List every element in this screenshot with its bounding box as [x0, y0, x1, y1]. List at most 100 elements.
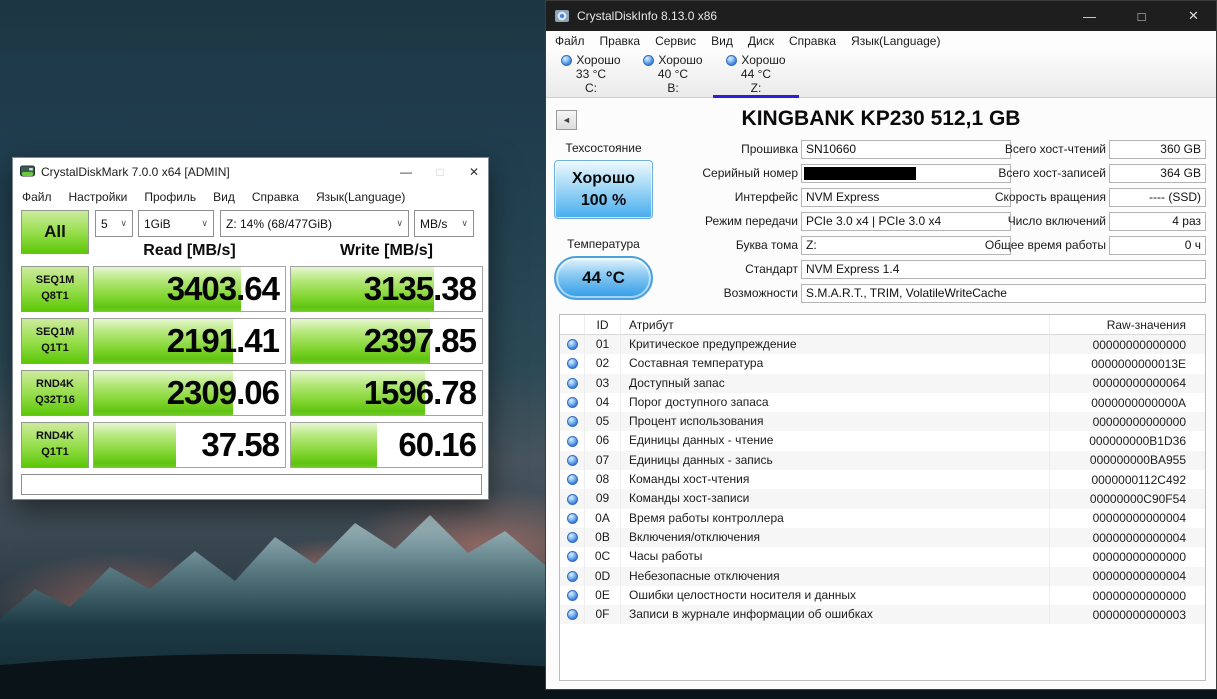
write-value: 2397.85: [363, 322, 477, 359]
cdm-titlebar[interactable]: CrystalDiskMark 7.0.0 x64 [ADMIN] — □ ✕: [13, 158, 488, 185]
test-type-button[interactable]: RND4K Q1T1: [21, 422, 89, 468]
attribute-id: 06: [585, 431, 621, 451]
cdi-menu-item[interactable]: Сервис: [655, 34, 696, 48]
read-result-bar: 2309.06: [93, 370, 286, 416]
field-label: Возможности: [723, 286, 798, 300]
benchmark-row: RND4K Q32T16 2309.06 1596.78: [13, 370, 490, 416]
cdm-menubar: Файл Настройки Профиль Вид Справка Язык(…: [13, 185, 488, 208]
read-value: 2191.41: [166, 322, 280, 359]
attribute-raw-value: 000000000BA955: [1089, 453, 1186, 468]
cdi-menubar: Файл Правка Сервис Вид Диск Справка Язык…: [546, 31, 1216, 51]
cdm-minimize-icon[interactable]: —: [392, 158, 420, 185]
field-value-box: 364 GB: [1109, 164, 1206, 183]
cdi-menu-item[interactable]: Справка: [789, 34, 836, 48]
drive-tab-letter: B:: [667, 81, 679, 95]
cdm-menu-item[interactable]: Файл: [22, 190, 52, 204]
field-label: Прошивка: [741, 142, 798, 156]
cdm-maximize-icon[interactable]: □: [426, 158, 454, 185]
field-label: Интерфейс: [734, 190, 798, 204]
smart-attribute-row[interactable]: 03 Доступный запас 00000000000064: [560, 373, 1205, 393]
attribute-name: Небезопасные отключения: [621, 566, 1050, 586]
field-label: Число включений: [1007, 214, 1106, 228]
cdi-menu-item[interactable]: Правка: [600, 34, 641, 48]
field-value-box: 0 ч: [1109, 236, 1206, 255]
smart-attribute-row[interactable]: 0B Включения/отключения 00000000000004: [560, 527, 1205, 548]
smart-attribute-row[interactable]: 06 Единицы данных - чтение 000000000B1D3…: [560, 431, 1205, 451]
target-drive-select[interactable]: Z: 14% (68/477GiB) ∨: [220, 210, 409, 237]
write-result-bar: 1596.78: [290, 370, 483, 416]
drive-title: KINGBANK KP230 512,1 GB: [741, 107, 1021, 130]
id-column-header: ID: [585, 315, 621, 334]
smart-attribute-row[interactable]: 0A Время работы контроллера 000000000000…: [560, 508, 1205, 528]
attribute-name: Единицы данных - чтение: [621, 431, 1050, 451]
run-all-button[interactable]: All: [21, 210, 89, 254]
cdm-menu-item[interactable]: Вид: [213, 190, 235, 204]
attribute-id: 09: [585, 489, 621, 509]
attribute-name: Команды хост-чтения: [621, 470, 1050, 490]
crystaldiskmark-app-icon: [20, 165, 35, 177]
health-orb-icon: [726, 54, 738, 66]
comment-input[interactable]: [21, 474, 482, 495]
attribute-id: 01: [585, 335, 621, 355]
status-orb-icon: [566, 358, 578, 370]
cdi-window-title: CrystalDiskInfo 8.13.0 x86: [577, 9, 718, 23]
cdi-menu-item[interactable]: Вид: [711, 34, 733, 48]
smart-attribute-row[interactable]: 08 Команды хост-чтения 0000000112C492: [560, 470, 1205, 490]
chevron-down-icon: ∨: [201, 218, 208, 228]
attribute-column-header: Атрибут: [621, 315, 1050, 334]
crystaldiskmark-window: CrystalDiskMark 7.0.0 x64 [ADMIN] — □ ✕ …: [12, 157, 489, 500]
chevron-down-icon: ∨: [396, 218, 403, 228]
cdm-close-icon[interactable]: ✕: [460, 158, 488, 185]
cdm-menu-item[interactable]: Справка: [252, 190, 299, 204]
cdm-menu-item[interactable]: Профиль: [144, 190, 196, 204]
smart-attribute-row[interactable]: 05 Процент использования 00000000000000: [560, 412, 1205, 432]
status-orb-icon: [566, 512, 578, 524]
smart-attribute-row[interactable]: 02 Составная температура 0000000000013E: [560, 354, 1205, 374]
attribute-name: Процент использования: [621, 412, 1050, 432]
smart-attribute-row[interactable]: 04 Порог доступного запаса 0000000000000…: [560, 392, 1205, 413]
status-orb-icon: [566, 454, 578, 466]
drive-tab[interactable]: Хорошо 33 °C C:: [550, 53, 632, 98]
smart-attribute-row[interactable]: 0F Записи в журнале информации об ошибка…: [560, 605, 1205, 625]
attribute-raw-value: 0000000000013E: [1091, 356, 1186, 371]
read-result-bar: 37.58: [93, 422, 286, 468]
smart-table-header: ID Атрибут Raw-значения: [560, 315, 1205, 335]
cdm-menu-item[interactable]: Язык(Language): [316, 190, 405, 204]
field-label: Всего хост-чтений: [1004, 142, 1106, 156]
smart-attribute-row[interactable]: 01 Критическое предупреждение 0000000000…: [560, 335, 1205, 355]
cdi-menu-item[interactable]: Файл: [555, 34, 585, 48]
test-type-button[interactable]: SEQ1M Q1T1: [21, 318, 89, 364]
health-orb-icon: [643, 54, 655, 66]
attribute-name: Составная температура: [621, 354, 1050, 374]
field-label: Буква тома: [735, 238, 798, 252]
attribute-name: Критическое предупреждение: [621, 335, 1050, 355]
attribute-raw-value: 00000000C90F54: [1089, 492, 1186, 507]
smart-attribute-row[interactable]: 0C Часы работы 00000000000000: [560, 547, 1205, 567]
status-orb-icon: [566, 590, 578, 601]
cdi-menu-item[interactable]: Диск: [748, 34, 774, 48]
test-type-button[interactable]: SEQ1M Q8T1: [21, 266, 89, 312]
crystaldiskinfo-app-icon: [555, 10, 569, 22]
test-size-select[interactable]: 1GiB ∨: [138, 210, 214, 237]
cdi-titlebar[interactable]: CrystalDiskInfo 8.13.0 x86 — □ ✕: [546, 1, 1216, 31]
cdi-close-icon[interactable]: ✕: [1171, 1, 1216, 31]
smart-attributes-table: ID Атрибут Raw-значения 01 Критическое п…: [559, 314, 1206, 681]
cdm-menu-item[interactable]: Настройки: [69, 190, 128, 204]
smart-attribute-row[interactable]: 09 Команды хост-записи 00000000C90F54: [560, 489, 1205, 509]
attribute-raw-value: 0000000000000A: [1091, 395, 1186, 410]
smart-attribute-row[interactable]: 07 Единицы данных - запись 000000000BA95…: [560, 450, 1205, 471]
attribute-name: Доступный запас: [621, 373, 1050, 393]
attribute-id: 0E: [585, 585, 621, 606]
crystaldiskinfo-window: CrystalDiskInfo 8.13.0 x86 — □ ✕ Файл Пр…: [545, 0, 1217, 690]
attribute-raw-value: 0000000112C492: [1091, 472, 1186, 487]
smart-attribute-row[interactable]: 0D Небезопасные отключения 0000000000000…: [560, 566, 1205, 586]
drive-tab[interactable]: Хорошо 40 °C B:: [632, 53, 714, 98]
cdi-minimize-icon[interactable]: —: [1067, 1, 1112, 31]
smart-attribute-row[interactable]: 0E Ошибки целостности носителя и данных …: [560, 585, 1205, 606]
cdi-menu-item[interactable]: Язык(Language): [851, 34, 940, 48]
cdi-maximize-icon[interactable]: □: [1119, 1, 1164, 31]
test-type-button[interactable]: RND4K Q32T16: [21, 370, 89, 416]
unit-select[interactable]: MB/s ∨: [414, 210, 474, 237]
test-count-select[interactable]: 5 ∨: [95, 210, 133, 237]
drive-tab[interactable]: Хорошо 44 °C Z:: [713, 53, 799, 99]
